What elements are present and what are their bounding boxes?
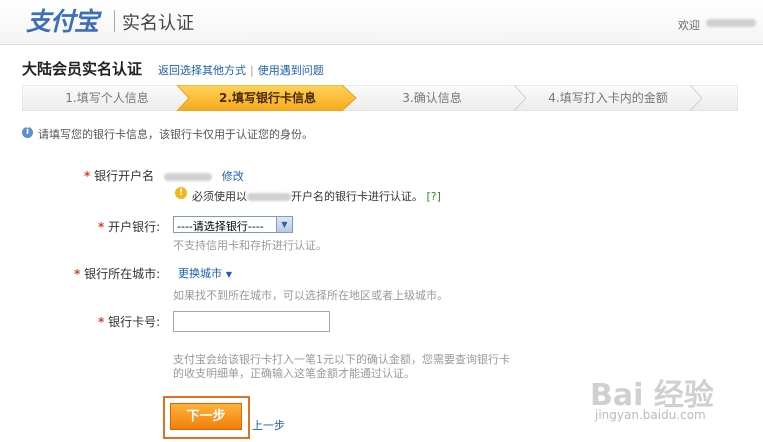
bank-row: * 开户银行:: [98, 218, 160, 235]
title-links: 返回选择其他方式 | 使用遇到问题: [158, 62, 324, 78]
blurred-name-in-warning: [247, 193, 291, 201]
card-hint: 支付宝会给该银行卡打入一笔1元以下的确认金额，您需要查询银行卡 的收支明细单，正…: [173, 353, 510, 381]
warning-icon: !: [175, 187, 187, 199]
info-icon: i: [22, 127, 33, 138]
notice-text: 请填写您的银行卡信息，该银行卡仅用于认证您的身份。: [38, 128, 313, 141]
city-label: 银行所在城市:: [84, 267, 161, 281]
step-1: 1.填写个人信息: [65, 91, 149, 105]
back-to-methods-link[interactable]: 返回选择其他方式: [158, 64, 246, 77]
required-star: *: [98, 315, 105, 329]
card-number-label: 银行卡号:: [108, 315, 161, 329]
caret-down-icon: ▼: [225, 270, 232, 279]
bank-hint: 不支持信用卡和存折进行认证。: [173, 239, 327, 252]
watermark-url: jingyan.baidu.com: [595, 408, 706, 422]
step-2-active: 2.填写银行卡信息: [219, 91, 316, 105]
warning-prefix: 必须使用以: [192, 190, 247, 203]
city-hint: 如果找不到所在城市，可以选择所在地区或者上级城市。: [173, 289, 448, 302]
header-title: 实名认证: [122, 13, 194, 34]
card-hint-line-1: 支付宝会给该银行卡打入一笔1元以下的确认金额，您需要查询银行卡: [173, 353, 510, 366]
blurred-account-name: [163, 172, 212, 181]
required-star: *: [74, 267, 81, 281]
link-separator: |: [250, 64, 254, 77]
chevron-down-icon[interactable]: ▼: [276, 217, 292, 232]
previous-step-link[interactable]: 上一步: [252, 417, 285, 433]
alipay-logo[interactable]: 支付宝: [26, 2, 99, 38]
account-name-label: 银行开户名: [94, 169, 155, 183]
edit-account-name-link[interactable]: 修改: [222, 170, 244, 183]
help-question-link[interactable]: [?]: [427, 190, 441, 203]
required-star: *: [98, 220, 105, 234]
warning-suffix: 开户名的银行卡进行认证。: [291, 190, 423, 203]
header-divider: [114, 10, 115, 32]
help-link[interactable]: 使用遇到问题: [258, 64, 324, 77]
next-button[interactable]: 下一步: [170, 403, 242, 430]
step-3: 3.确认信息: [402, 91, 462, 105]
step-4: 4.填写打入卡内的金额: [548, 91, 668, 105]
change-city-dropdown[interactable]: 更换城市 ▼: [178, 265, 232, 281]
card-number-input[interactable]: [173, 311, 330, 332]
page-title: 大陆会员实名认证: [22, 60, 143, 78]
blurred-username: [706, 19, 756, 27]
bank-label: 开户银行:: [108, 220, 161, 234]
card-hint-line-2: 的收支明细单，正确输入这笔金额才能通过认证。: [173, 367, 415, 380]
change-city-link[interactable]: 更换城市: [178, 267, 222, 280]
card-row: * 银行卡号:: [98, 313, 160, 330]
required-star: *: [84, 169, 91, 183]
welcome-text: 欢迎: [678, 19, 700, 32]
account-name-row: * 银行开户名 修改: [84, 167, 244, 184]
city-row: * 银行所在城市:: [74, 265, 160, 282]
bank-select[interactable]: ----请选择银行---- ▼: [173, 216, 293, 233]
bank-select-value: ----请选择银行----: [177, 220, 264, 233]
account-name-warning: 必须使用以 开户名的银行卡进行认证。 [?]: [192, 188, 441, 204]
progress-steps: 1.填写个人信息 2.填写银行卡信息 3.确认信息 4.填写打入卡内的金额: [22, 85, 738, 111]
